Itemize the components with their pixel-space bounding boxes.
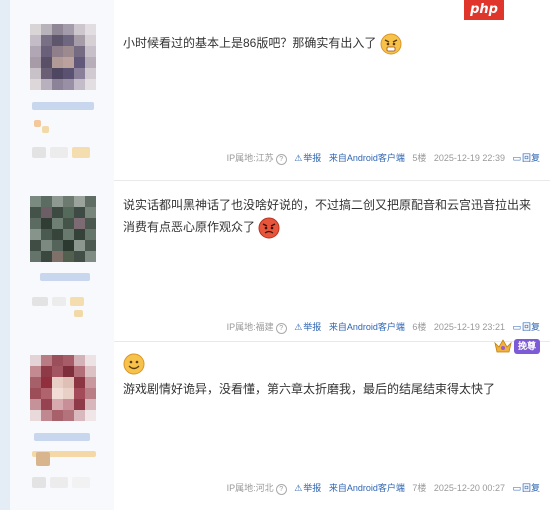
- reply-label: 回复: [521, 153, 540, 163]
- avatar-pixelated-image: [30, 355, 96, 421]
- user-sidebar: [10, 341, 114, 510]
- level-blurred: [50, 477, 68, 488]
- smiley-face-emoji-icon: [123, 353, 145, 375]
- avatar[interactable]: [30, 24, 96, 90]
- post-meta: IP属地:河北? ⚠举报 来自Android客户端 7楼 2025-12-20 …: [222, 481, 540, 495]
- post-floor-7: 游戏剧情好诡异，没看懂，第六章太折磨我，最后的结尾结束得太快了 IP属地:河北?…: [10, 341, 550, 510]
- floor-number: 5楼: [412, 153, 427, 163]
- post-text: 小时候看过的基本上是86版吧？那确实有出入了: [123, 32, 538, 55]
- reply-label: 回复: [521, 322, 540, 332]
- level-blurred: [72, 147, 90, 158]
- report-link[interactable]: 举报: [303, 322, 321, 332]
- post-time: 2025-12-19 22:39: [433, 153, 505, 163]
- user-sidebar: [10, 180, 114, 341]
- reply-label: 回复: [521, 483, 540, 493]
- ip-location: IP属地:福建: [226, 322, 274, 332]
- post-meta: IP属地:福建? ⚠举报 来自Android客户端 6楼 2025-12-19 …: [222, 320, 540, 334]
- level-blurred: [50, 147, 68, 158]
- client-source-link[interactable]: 来自Android客户端: [329, 322, 405, 332]
- badge-blurred: [34, 120, 41, 127]
- ip-location: IP属地:江苏: [226, 153, 274, 163]
- post-content: 小时候看过的基本上是86版吧？那确实有出入了: [123, 32, 538, 55]
- reply-link[interactable]: ▭回复: [512, 153, 540, 163]
- floor-number: 7楼: [412, 483, 427, 493]
- post-text: 游戏剧情好诡异，没看懂，第六章太折磨我，最后的结尾结束得太快了: [123, 382, 496, 396]
- post-text: 说实话都叫黑神话了也没啥好说的，不过搞二创又把原配音和云宫迅音拉出来消费有点恶心…: [123, 194, 538, 239]
- post-content: 游戏剧情好诡异，没看懂，第六章太折磨我，最后的结尾结束得太快了: [123, 353, 538, 400]
- user-sidebar: [10, 0, 114, 180]
- badge-blurred: [42, 126, 49, 133]
- help-icon[interactable]: ?: [275, 154, 287, 165]
- angry-face-emoji-icon: [380, 33, 402, 55]
- post-meta: IP属地:江苏? ⚠举报 来自Android客户端 5楼 2025-12-19 …: [222, 151, 540, 165]
- avatar-pixelated-image: [30, 196, 96, 262]
- post-time: 2025-12-19 23:21: [433, 322, 505, 332]
- thread-page: php 小时候看过的基本上是86版吧？那确实有出入了 IP属地:江苏 ? ⚠举报…: [10, 0, 550, 510]
- help-icon[interactable]: ?: [275, 323, 287, 334]
- post-content: 说实话都叫黑神话了也没啥好说的，不过搞二创又把原配音和云宫迅音拉出来消费有点恶心…: [123, 194, 538, 239]
- level-blurred: [32, 297, 48, 306]
- report-link[interactable]: 举报: [303, 483, 321, 493]
- level-blurred: [72, 477, 90, 488]
- post-time: 2025-12-20 00:27: [433, 483, 505, 493]
- help-icon[interactable]: ?: [275, 484, 287, 495]
- username-blurred[interactable]: [34, 433, 90, 441]
- post-text-body: 小时候看过的基本上是86版吧？那确实有出入了: [123, 36, 377, 50]
- post-text-body: 说实话都叫黑神话了也没啥好说的，不过搞二创又把原配音和云宫迅音拉出来消费有点恶心…: [123, 198, 532, 234]
- badge-blurred: [74, 310, 83, 317]
- avatar[interactable]: [30, 355, 96, 421]
- floor-number: 6楼: [412, 322, 427, 332]
- warning-icon: ⚠: [294, 322, 303, 332]
- report-link[interactable]: 举报: [303, 153, 321, 163]
- warning-icon: ⚠: [294, 483, 303, 493]
- avatar[interactable]: [30, 196, 96, 262]
- level-blurred: [52, 297, 66, 306]
- username-blurred[interactable]: [32, 102, 94, 110]
- reply-link[interactable]: ▭回复: [512, 322, 540, 332]
- warning-icon: ⚠: [294, 153, 303, 163]
- client-source-link[interactable]: 来自Android客户端: [329, 483, 405, 493]
- post-floor-6: 说实话都叫黑神话了也没啥好说的，不过搞二创又把原配音和云宫迅音拉出来消费有点恶心…: [10, 180, 550, 342]
- avatar-pixelated-image: [30, 24, 96, 90]
- ip-location: IP属地:河北: [226, 483, 274, 493]
- level-blurred: [32, 147, 46, 158]
- level-blurred: [32, 477, 46, 488]
- username-blurred[interactable]: [40, 273, 90, 281]
- client-source-link[interactable]: 来自Android客户端: [329, 153, 405, 163]
- angry-red-face-emoji-icon: [258, 217, 280, 239]
- level-blurred: [70, 297, 84, 306]
- reply-link[interactable]: ▭回复: [512, 483, 540, 493]
- badge-blurred: [36, 452, 50, 466]
- post-floor-5: 小时候看过的基本上是86版吧？那确实有出入了 IP属地:江苏? ⚠举报 来自An…: [10, 0, 550, 181]
